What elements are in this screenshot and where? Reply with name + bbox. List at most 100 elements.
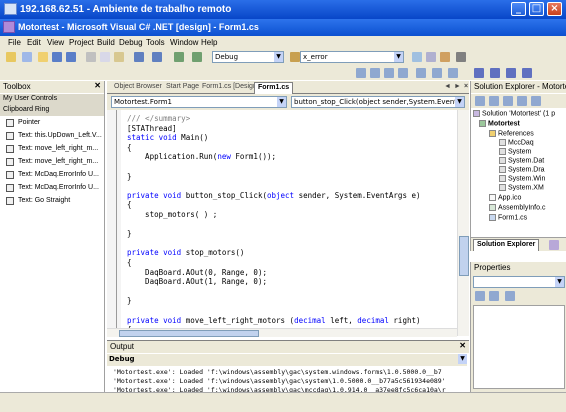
align-tops-icon[interactable] bbox=[398, 68, 408, 78]
cut-icon[interactable] bbox=[86, 52, 96, 62]
menu-view[interactable]: View bbox=[47, 38, 64, 47]
close-icon[interactable]: ✕ bbox=[459, 341, 466, 350]
new-project-icon[interactable] bbox=[6, 52, 16, 62]
reference-icon bbox=[499, 175, 506, 182]
align-centers-icon[interactable] bbox=[370, 68, 380, 78]
solution-config-combo[interactable]: Debug ▼ bbox=[212, 51, 284, 63]
tab-form1-design[interactable]: Form1.cs [Design] bbox=[199, 82, 262, 94]
vs-title-bar: Motortest - Microsoft Visual C# .NET [de… bbox=[0, 19, 566, 36]
tree-item-reference[interactable]: System.Dat bbox=[499, 157, 544, 164]
add-item-icon[interactable] bbox=[22, 52, 32, 62]
prev-bookmark-icon[interactable] bbox=[490, 68, 500, 78]
menu-project[interactable]: Project bbox=[69, 38, 94, 47]
reference-icon bbox=[499, 148, 506, 155]
toolbox-item[interactable]: Text: McDaq.ErrorInfo U... bbox=[0, 169, 104, 181]
code-token: decimal bbox=[357, 315, 389, 325]
tree-item-file[interactable]: App.ico bbox=[489, 194, 521, 201]
tab-form1-cs[interactable]: Form1.cs bbox=[254, 82, 294, 94]
toolbox-item[interactable]: Text: move_left_right_m... bbox=[0, 156, 104, 168]
menu-debug[interactable]: Debug bbox=[119, 38, 143, 47]
toolbox-item[interactable]: Text: this.UpDown_Left.V... bbox=[0, 130, 104, 142]
properties-icon[interactable] bbox=[505, 291, 515, 301]
next-bookmark-icon[interactable] bbox=[506, 68, 516, 78]
close-button[interactable]: × bbox=[547, 2, 562, 16]
open-file-icon[interactable] bbox=[38, 52, 48, 62]
toolbox-item[interactable]: Text: move_left_right_m... bbox=[0, 143, 104, 155]
bookmark-icon[interactable] bbox=[474, 68, 484, 78]
menu-window[interactable]: Window bbox=[170, 38, 198, 47]
undo-icon[interactable] bbox=[134, 52, 144, 62]
tree-item-reference[interactable]: MccDaq bbox=[499, 139, 534, 146]
toolbox-item-pointer[interactable]: Pointer bbox=[0, 117, 104, 129]
paste-icon[interactable] bbox=[114, 52, 124, 62]
toolbox-section-clipboard-ring[interactable]: Clipboard Ring bbox=[0, 105, 104, 116]
properties-icon[interactable] bbox=[426, 52, 436, 62]
menu-build[interactable]: Build bbox=[97, 38, 115, 47]
toolbox-section-user-controls[interactable]: My User Controls bbox=[0, 94, 104, 105]
member-combo[interactable]: button_stop_Click(object sender,System.E… bbox=[291, 96, 465, 108]
code-token: [STAThread] bbox=[127, 123, 177, 133]
tab-start-page[interactable]: Start Page bbox=[163, 82, 202, 94]
spacing-icon[interactable] bbox=[432, 68, 442, 78]
view-designer-icon[interactable] bbox=[489, 96, 499, 106]
align-lefts-icon[interactable] bbox=[356, 68, 366, 78]
menu-help[interactable]: Help bbox=[201, 38, 217, 47]
properties-object-combo[interactable]: ▼ bbox=[473, 276, 565, 288]
clear-bookmarks-icon[interactable] bbox=[522, 68, 532, 78]
tree-item-project[interactable]: Motortest bbox=[479, 120, 520, 127]
tree-item-file[interactable]: AssemblyInfo.c bbox=[489, 204, 545, 211]
show-all-files-icon[interactable] bbox=[517, 96, 527, 106]
copy-icon[interactable] bbox=[100, 52, 110, 62]
properties-title: Properties bbox=[474, 263, 511, 272]
alphabetical-icon[interactable] bbox=[489, 291, 499, 301]
solution-icon bbox=[473, 110, 480, 117]
solution-explorer-icon[interactable] bbox=[412, 52, 422, 62]
properties-icon[interactable] bbox=[531, 96, 541, 106]
maximize-button[interactable]: □ bbox=[529, 2, 544, 16]
text-snippet-icon bbox=[6, 184, 14, 192]
tree-item-file[interactable]: Form1.cs bbox=[489, 214, 527, 221]
refresh-icon[interactable] bbox=[503, 96, 513, 106]
scroll-thumb[interactable] bbox=[459, 236, 469, 276]
categorized-icon[interactable] bbox=[475, 291, 485, 301]
minimize-button[interactable]: _ bbox=[511, 2, 526, 16]
toolbox-item[interactable]: Text: McDaq.ErrorInfo U... bbox=[0, 182, 104, 194]
code-editor[interactable]: /// </summary> [STAThread] static void Mai… bbox=[107, 110, 457, 328]
menu-bar: File Edit View Project Build Debug Tools… bbox=[0, 36, 566, 49]
tree-item-reference[interactable]: System bbox=[499, 148, 531, 155]
menu-tools[interactable]: Tools bbox=[146, 38, 165, 47]
editor-horizontal-scrollbar[interactable] bbox=[107, 328, 457, 337]
editor-vertical-scrollbar[interactable] bbox=[457, 110, 469, 336]
align-rights-icon[interactable] bbox=[384, 68, 394, 78]
tree-item-reference[interactable]: System.XM bbox=[499, 184, 544, 191]
class-view-icon[interactable] bbox=[549, 240, 559, 250]
tab-object-browser[interactable]: Object Browser bbox=[111, 82, 165, 94]
redo-icon[interactable] bbox=[152, 52, 162, 62]
tree-item-reference[interactable]: System.Win bbox=[499, 175, 545, 182]
find-combo[interactable]: x_error ▼ bbox=[300, 51, 404, 63]
property-grid[interactable] bbox=[473, 305, 565, 389]
toolbox-item[interactable]: Text: Go Straight bbox=[0, 195, 104, 207]
menu-file[interactable]: File bbox=[8, 38, 21, 47]
save-all-icon[interactable] bbox=[66, 52, 76, 62]
center-icon[interactable] bbox=[448, 68, 458, 78]
tab-solution-explorer[interactable]: Solution Explorer bbox=[473, 239, 540, 251]
tree-item-references[interactable]: References bbox=[489, 130, 534, 137]
output-source-combo[interactable]: Debug ▼ bbox=[107, 354, 467, 366]
menu-edit[interactable]: Edit bbox=[27, 38, 41, 47]
tree-item-reference[interactable]: System.Dra bbox=[499, 166, 545, 173]
tools-icon[interactable] bbox=[456, 52, 466, 62]
view-code-icon[interactable] bbox=[475, 96, 485, 106]
start-debug-icon[interactable] bbox=[192, 52, 202, 62]
class-combo[interactable]: Motortest.Form1 ▼ bbox=[111, 96, 287, 108]
close-icon[interactable]: ✕ bbox=[94, 81, 101, 90]
member-combo-value: button_stop_Click(object sender,System.E… bbox=[294, 98, 465, 106]
reference-icon bbox=[499, 157, 506, 164]
scroll-thumb[interactable] bbox=[119, 330, 259, 337]
same-size-icon[interactable] bbox=[416, 68, 426, 78]
nav-back-icon[interactable] bbox=[174, 52, 184, 62]
find-files-icon[interactable] bbox=[290, 52, 300, 62]
save-icon[interactable] bbox=[52, 52, 62, 62]
toolbox-icon[interactable] bbox=[440, 52, 450, 62]
tree-item-solution[interactable]: Solution 'Motortest' (1 p bbox=[473, 110, 555, 117]
